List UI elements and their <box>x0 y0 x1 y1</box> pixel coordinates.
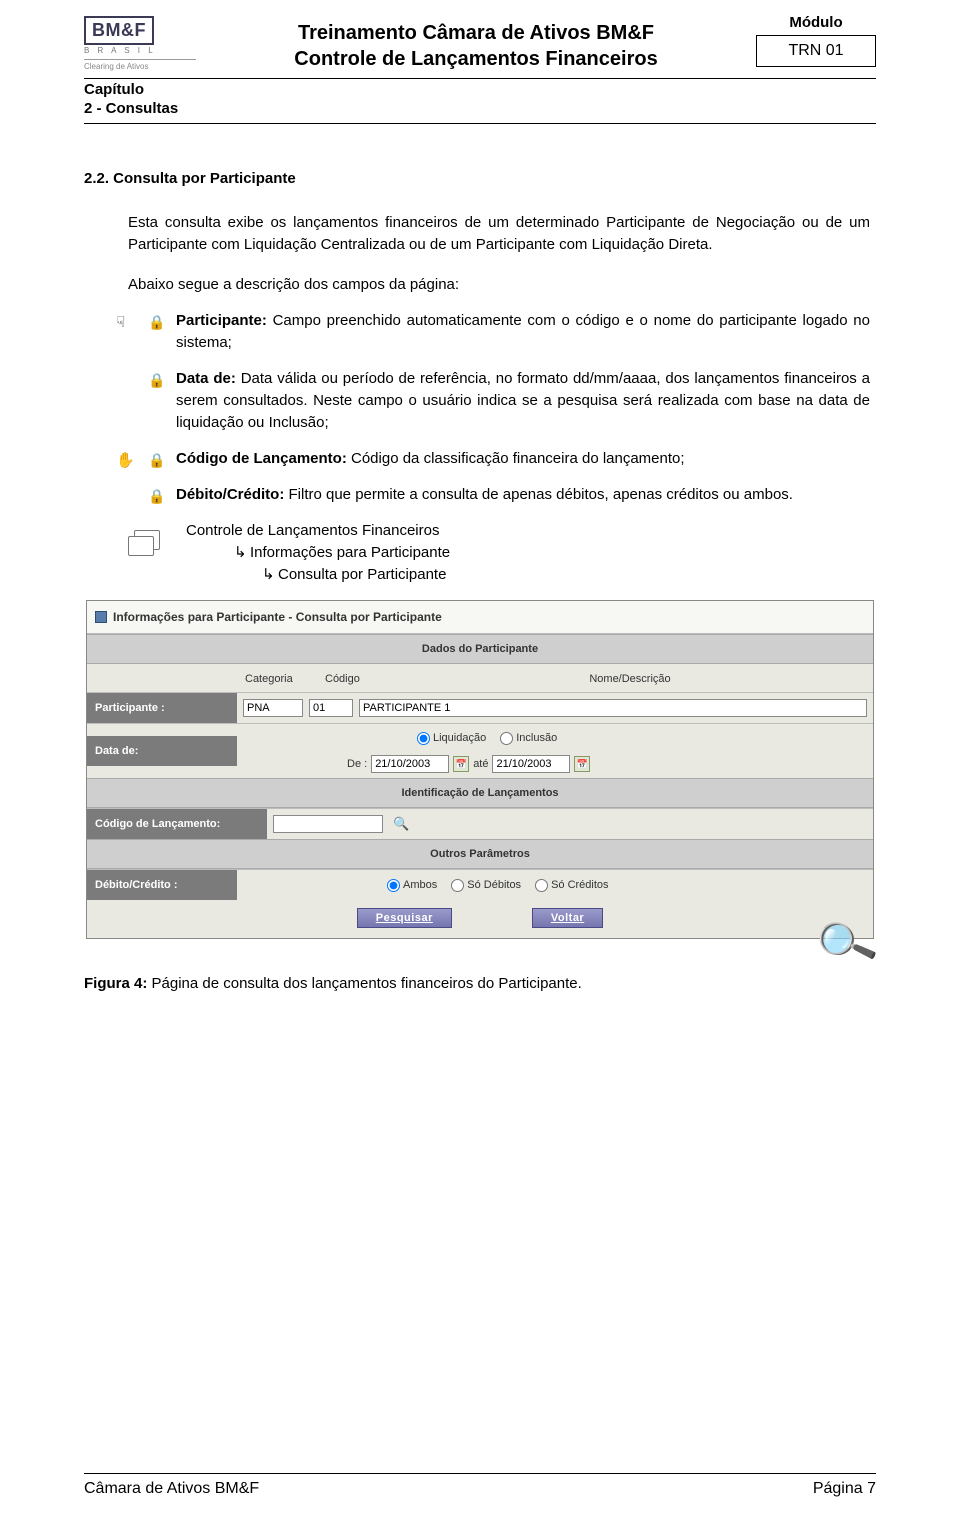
nav-line-3: Consulta por Participante <box>278 566 446 583</box>
lock-icon: 🔒 <box>148 449 165 471</box>
figure-caption: Figura 4: Página de consulta dos lançame… <box>84 973 876 995</box>
form-screenshot: Informações para Participante - Consulta… <box>86 600 874 939</box>
module-code: TRN 01 <box>756 35 876 67</box>
binoculars-icon[interactable]: 🔍 <box>389 813 409 835</box>
nav-line-2: Informações para Participante <box>250 544 450 561</box>
radio-so-debitos[interactable]: Só Débitos <box>451 874 521 896</box>
col-nome: Nome/Descrição <box>395 668 865 690</box>
radio-so-debitos-input[interactable] <box>451 879 464 892</box>
lock-icon: 🔒 <box>148 485 165 507</box>
logo: BM&F B R A S I L Clearing de Ativos <box>84 14 196 71</box>
row-participante: Participante : <box>87 692 873 723</box>
bullet-codigo-lancamento: ✋ 🔒 Código de Lançamento: Código da clas… <box>118 448 870 470</box>
input-categoria[interactable] <box>243 699 303 717</box>
bullet-title: Débito/Crédito: <box>176 486 284 503</box>
nav-line-1: Controle de Lançamentos Financeiros <box>186 520 450 542</box>
chapter-label: Capítulo <box>84 81 876 98</box>
calendar-icon[interactable]: 📅 <box>574 756 590 772</box>
bullet-debito-credito: 🔒 Débito/Crédito: Filtro que permite a c… <box>118 484 870 506</box>
input-codigo[interactable] <box>309 699 353 717</box>
radio-so-creditos-input[interactable] <box>535 879 548 892</box>
radio-inclusao-input[interactable] <box>500 732 513 745</box>
bullet-participante: ☟ 🔒 Participante: Campo preenchido autom… <box>118 310 870 354</box>
module-box: Módulo TRN 01 <box>756 14 876 67</box>
pointer-icon: ☟ <box>116 312 125 334</box>
chapter-value: 2 - Consultas <box>84 100 876 117</box>
label-data-de: Data de: <box>87 736 237 766</box>
cards-icon <box>128 520 168 556</box>
bullet-data-de: 🔒 Data de: Data válida ou período de ref… <box>118 368 870 434</box>
col-codigo: Código <box>325 668 395 690</box>
lead-paragraph: Abaixo segue a descrição dos campos da p… <box>128 274 876 296</box>
pesquisar-button[interactable]: Pesquisar <box>357 908 452 928</box>
section-identificacao: Identificação de Lançamentos <box>87 778 873 808</box>
input-nome[interactable] <box>359 699 867 717</box>
window-title-text: Informações para Participante - Consulta… <box>113 606 442 628</box>
module-label: Módulo <box>756 14 876 31</box>
voltar-button[interactable]: Voltar <box>532 908 603 928</box>
lock-icon: 🔒 <box>148 369 165 391</box>
radio-so-creditos[interactable]: Só Créditos <box>535 874 608 896</box>
column-headers: Categoria Código Nome/Descrição <box>87 664 873 692</box>
arrow-icon: ↳ <box>262 564 278 586</box>
label-codigo-lanc: Código de Lançamento: <box>87 809 267 839</box>
lock-icon: 🔒 <box>148 311 165 333</box>
header-title: Treinamento Câmara de Ativos BM&F Contro… <box>206 14 746 72</box>
label-ate: até <box>473 753 488 775</box>
logo-subtitle: Clearing de Ativos <box>84 62 196 71</box>
label-participante: Participante : <box>87 693 237 723</box>
logo-text: BM&F <box>84 16 154 45</box>
bullet-text: Data válida ou período de referência, no… <box>176 370 870 431</box>
header-title-line2: Controle de Lançamentos Financeiros <box>206 46 746 72</box>
bullet-text: Campo preenchido automaticamente com o c… <box>176 312 870 351</box>
header-title-line1: Treinamento Câmara de Ativos BM&F <box>206 20 746 46</box>
hand-icon: ✋ <box>116 450 135 472</box>
calendar-icon[interactable]: 📅 <box>453 756 469 772</box>
row-debito-credito: Débito/Crédito : Ambos Só Débitos Só Cré… <box>87 869 873 900</box>
section-title: 2.2. Consulta por Participante <box>84 168 876 190</box>
window-icon <box>95 611 107 623</box>
footer-right: Página 7 <box>813 1480 876 1498</box>
field-description-list: ☟ 🔒 Participante: Campo preenchido autom… <box>118 310 876 506</box>
radio-liquidacao[interactable]: Liquidação <box>417 727 486 749</box>
navigation-path: Controle de Lançamentos Financeiros ↳Inf… <box>128 520 876 586</box>
logo-country: B R A S I L <box>84 46 196 55</box>
page-header: BM&F B R A S I L Clearing de Ativos Trei… <box>84 14 876 72</box>
intro-paragraph: Esta consulta exibe os lançamentos finan… <box>128 212 876 256</box>
footer-left: Câmara de Ativos BM&F <box>84 1480 259 1498</box>
magnifier-icon: 🔍 <box>817 924 876 963</box>
label-debito-credito: Débito/Crédito : <box>87 870 237 900</box>
label-de: De : <box>347 753 367 775</box>
figure-text: Página de consulta dos lançamentos finan… <box>147 975 581 992</box>
radio-inclusao[interactable]: Inclusão <box>500 727 557 749</box>
section-outros: Outros Parâmetros <box>87 839 873 869</box>
chapter-block: Capítulo 2 - Consultas <box>84 81 876 117</box>
input-date-from[interactable] <box>371 755 449 773</box>
input-date-to[interactable] <box>492 755 570 773</box>
section-dados-participante: Dados do Participante <box>87 634 873 664</box>
radio-liquidacao-input[interactable] <box>417 732 430 745</box>
col-categoria: Categoria <box>245 668 325 690</box>
radio-ambos-input[interactable] <box>387 879 400 892</box>
bullet-text: Código da classificação financeira do la… <box>347 450 685 467</box>
page-footer: Câmara de Ativos BM&F Página 7 <box>84 1473 876 1498</box>
radio-ambos[interactable]: Ambos <box>387 874 437 896</box>
figure-label: Figura 4: <box>84 975 147 992</box>
bullet-title: Data de: <box>176 370 236 387</box>
form-window-title: Informações para Participante - Consulta… <box>87 601 873 634</box>
arrow-icon: ↳ <box>234 542 250 564</box>
bullet-title: Participante: <box>176 312 267 329</box>
row-data-de: Data de: Liquidação Inclusão De : 📅 até … <box>87 723 873 778</box>
bullet-title: Código de Lançamento: <box>176 450 347 467</box>
row-codigo-lancamento: Código de Lançamento: 🔍 <box>87 808 873 839</box>
input-codigo-lanc[interactable] <box>273 815 383 833</box>
bullet-text: Filtro que permite a consulta de apenas … <box>284 486 793 503</box>
